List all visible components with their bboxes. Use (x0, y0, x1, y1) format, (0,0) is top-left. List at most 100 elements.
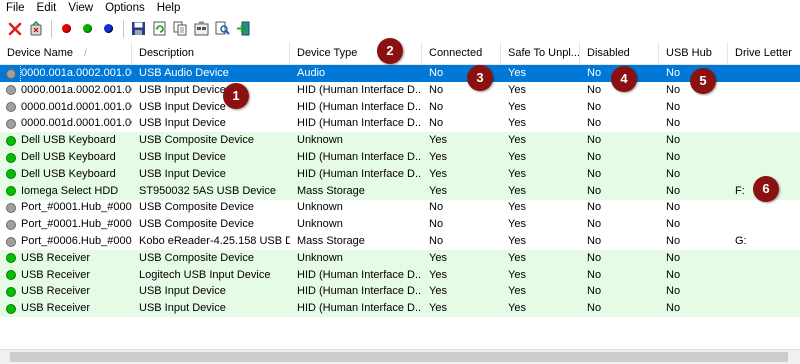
disabled-cell: No (587, 134, 602, 147)
device-name-label: USB Receiver (21, 285, 91, 298)
disconnected-status-icon (6, 85, 16, 96)
horizontal-scrollbar[interactable] (0, 349, 800, 364)
menu-options[interactable]: Options (99, 0, 151, 16)
copy-icon[interactable] (171, 20, 189, 38)
table-row[interactable]: USB Receiver USB Input Device HID (Human I… (0, 283, 800, 301)
connected-status-icon (6, 253, 16, 264)
device-name-label: 0000.001d.0001.001.00... (21, 117, 132, 130)
exit-icon[interactable] (234, 20, 252, 38)
delete-icon[interactable] (6, 20, 24, 38)
sort-indicator-icon: / (84, 48, 87, 58)
menu-help[interactable]: Help (151, 0, 187, 16)
column-header-safe-to-unplug[interactable]: Safe To Unpl... (501, 42, 580, 64)
toolbar-separator (51, 19, 52, 38)
disconnected-status-icon (6, 219, 16, 230)
properties-icon[interactable] (192, 20, 210, 38)
table-row[interactable]: Port_#0006.Hub_#0001 Kobo eReader-4.25.15… (0, 233, 800, 250)
table-row[interactable]: 0000.001d.0001.001.00... USB Input Device… (0, 99, 800, 116)
table-row[interactable]: Dell USB Keyboard USB Input Device HID (Hu… (0, 165, 800, 183)
column-header-device-name[interactable]: Device Name / (0, 42, 132, 64)
safe-to-unplug-cell: Yes (508, 100, 526, 113)
description-cell: USB Input Device (139, 302, 226, 315)
device-type-cell: Unknown (297, 201, 343, 214)
drive-letter-cell (728, 149, 800, 166)
safe-to-unplug-cell: Yes (508, 285, 526, 298)
device-name-cell: 0000.001a.0002.001.00... (0, 65, 132, 82)
menu-edit[interactable]: Edit (31, 0, 63, 16)
table-row[interactable]: Dell USB Keyboard USB Composite Device Unk… (0, 132, 800, 150)
safe-to-unplug-cell: Yes (508, 302, 526, 315)
device-name-label: 0000.001d.0001.001.00... (21, 100, 132, 113)
device-name-label: Dell USB Keyboard (21, 167, 116, 180)
menu-bar: File Edit View Options Help (0, 0, 800, 16)
safe-to-unplug-cell: Yes (508, 235, 526, 247)
table-row[interactable]: USB Receiver USB Composite Device Unknown Y… (0, 249, 800, 267)
green-light-icon[interactable] (78, 20, 96, 38)
safe-to-unplug-cell: Yes (508, 134, 526, 147)
device-name-cell: Dell USB Keyboard (0, 149, 132, 166)
table-row[interactable]: 0000.001d.0001.001.00... USB Input Device… (0, 115, 800, 132)
column-header-disabled[interactable]: Disabled (580, 42, 659, 64)
scrollbar-thumb[interactable] (10, 352, 788, 362)
device-name-label: USB Receiver (21, 268, 91, 281)
callout-badge-5: 5 (690, 68, 716, 94)
column-header-connected[interactable]: Connected (422, 42, 501, 64)
column-header-usb-hub[interactable]: USB Hub (659, 42, 728, 64)
device-type-cell: Mass Storage (297, 184, 365, 197)
table-row[interactable]: Port_#0001.Hub_#0005 USB Composite Device… (0, 199, 800, 216)
uninstall-icon[interactable] (27, 20, 45, 38)
safe-to-unplug-cell: Yes (508, 218, 526, 231)
safe-to-unplug-cell: Yes (508, 201, 526, 214)
table-row[interactable]: USB Receiver Logitech USB Input Device HID… (0, 266, 800, 284)
usb-hub-cell: No (666, 268, 681, 281)
description-cell: USB Composite Device (139, 201, 254, 214)
refresh-icon[interactable] (150, 20, 168, 38)
connected-cell: Yes (429, 251, 447, 264)
device-type-cell: HID (Human Interface D... (297, 268, 422, 281)
column-header-description[interactable]: Description (132, 42, 290, 64)
drive-letter-cell (728, 300, 800, 317)
red-light-icon[interactable] (57, 20, 75, 38)
blue-light-icon[interactable] (99, 20, 117, 38)
safe-to-unplug-cell: Yes (508, 167, 526, 180)
device-name-label: Dell USB Keyboard (21, 134, 116, 147)
device-type-cell: HID (Human Interface D... (297, 83, 422, 96)
disconnected-status-icon (6, 118, 16, 129)
menu-file[interactable]: File (0, 0, 31, 16)
connected-status-icon (6, 270, 16, 281)
callout-badge-6: 6 (753, 176, 779, 202)
connected-cell: No (429, 201, 444, 214)
table-row[interactable]: USB Receiver USB Input Device HID (Human I… (0, 300, 800, 318)
disconnected-status-icon (6, 68, 16, 79)
drive-letter-cell (728, 65, 800, 82)
save-icon[interactable] (129, 20, 147, 38)
disconnected-status-icon (6, 236, 16, 247)
device-type-cell: HID (Human Interface D... (297, 151, 422, 163)
device-name-label: 0000.001a.0002.001.00... (19, 65, 132, 82)
device-name-cell: 0000.001d.0001.001.00... (0, 115, 132, 132)
usb-hub-cell: No (666, 134, 681, 147)
safe-to-unplug-cell: Yes (508, 67, 526, 79)
disabled-cell: No (587, 235, 602, 247)
table-row[interactable]: 0000.001a.0002.001.00... USB Input Device… (0, 82, 800, 99)
callout-badge-2: 2 (377, 38, 403, 64)
usb-hub-cell: No (666, 184, 681, 197)
table-row[interactable]: Dell USB Keyboard USB Input Device HID (Hu… (0, 149, 800, 166)
menu-view[interactable]: View (62, 0, 99, 16)
drive-letter-cell (728, 115, 800, 132)
find-icon[interactable] (213, 20, 231, 38)
connected-cell: Yes (429, 285, 447, 298)
device-name-cell: 0000.001d.0001.001.00... (0, 99, 132, 116)
device-type-cell: Unknown (297, 134, 343, 147)
callout-badge-4: 4 (611, 66, 637, 92)
disabled-cell: No (587, 218, 602, 231)
table-row[interactable]: Port_#0001.Hub_#0009 USB Composite Device… (0, 216, 800, 233)
description-cell: USB Input Device (139, 83, 226, 96)
connected-status-icon (6, 152, 16, 163)
device-name-cell: USB Receiver (0, 283, 132, 300)
drive-letter-cell (728, 250, 800, 267)
table-row[interactable]: 0000.001a.0002.001.00... USB Audio Device… (0, 65, 800, 82)
column-header-drive-letter[interactable]: Drive Letter (728, 42, 800, 64)
connected-status-icon (6, 169, 16, 180)
table-row[interactable]: Iomega Select HDD ST950032 5AS USB Device… (0, 182, 800, 200)
